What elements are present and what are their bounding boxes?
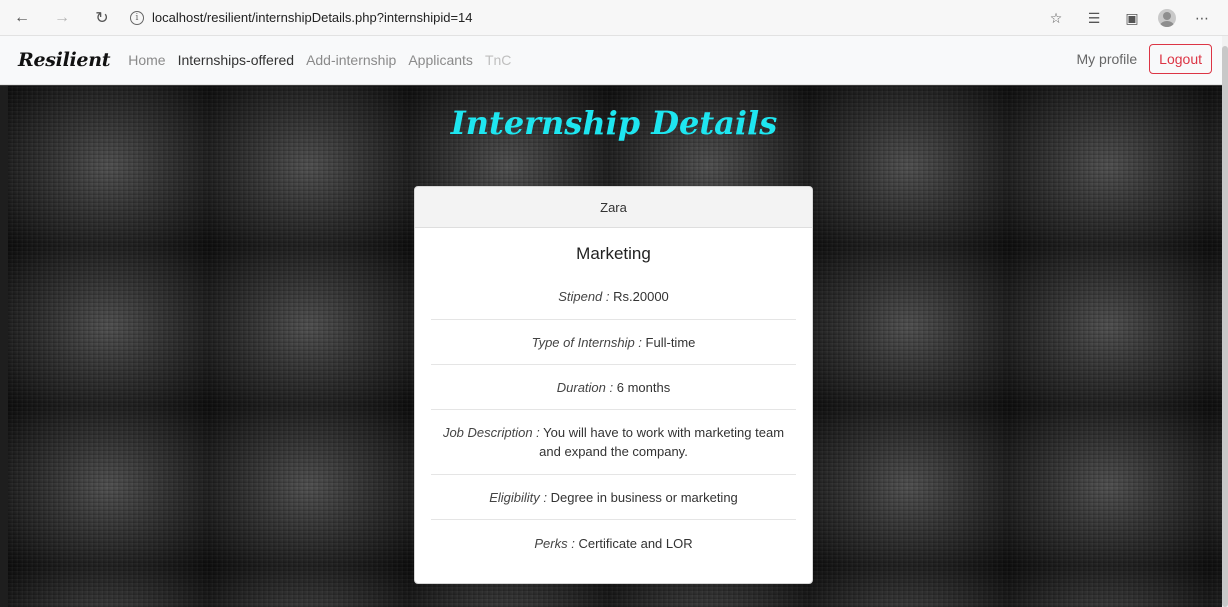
url-path: /resilient/internshipDetails.php?interns… <box>203 10 473 25</box>
favorites-icon[interactable]: ☰ <box>1082 6 1106 30</box>
internship-role: Marketing <box>576 244 651 263</box>
detail-value: Full-time <box>645 334 696 350</box>
detail-duration: Duration : 6 months <box>431 365 796 410</box>
nav-links: Home Internships-offered Add-internship … <box>128 52 523 68</box>
browser-toolbar: ← → ↻ i localhost/resilient/internshipDe… <box>0 0 1228 36</box>
detail-eligibility: Eligibility : Degree in business or mark… <box>431 475 796 520</box>
nav-link-applicants[interactable]: Applicants <box>408 52 473 68</box>
company-name: Zara <box>415 187 812 228</box>
profile-avatar-icon[interactable] <box>1158 9 1176 27</box>
site-navbar: Resilient Home Internships-offered Add-i… <box>0 36 1222 85</box>
brand-logo[interactable]: Resilient <box>18 49 111 71</box>
forward-arrow-icon[interactable]: → <box>50 6 74 30</box>
detail-label: Perks : <box>534 535 575 551</box>
detail-label: Job Description : <box>442 425 540 440</box>
detail-perks: Perks : Certificate and LOR <box>431 520 796 566</box>
detail-value: 6 months <box>616 379 671 395</box>
my-profile-link[interactable]: My profile <box>1076 51 1137 67</box>
detail-value: Degree in business or marketing <box>550 489 738 505</box>
detail-value: Certificate and LOR <box>578 535 693 551</box>
detail-value: You will have to work with marketing tea… <box>539 425 785 459</box>
nav-link-tnc[interactable]: TnC <box>485 52 511 68</box>
address-bar[interactable]: localhost/resilient/internshipDetails.ph… <box>152 10 473 25</box>
site-info-icon[interactable]: i <box>130 10 144 25</box>
internship-card: Zara Marketing Stipend : Rs.20000 Type o… <box>414 186 813 584</box>
page-title: Internship Details <box>450 104 778 142</box>
page-edge <box>0 86 8 607</box>
logout-button[interactable]: Logout <box>1149 44 1212 74</box>
detail-label: Stipend : <box>558 289 610 304</box>
detail-list: Stipend : Rs.20000 Type of Internship : … <box>431 274 796 566</box>
detail-stipend: Stipend : Rs.20000 <box>431 274 796 320</box>
detail-type: Type of Internship : Full-time <box>431 320 796 365</box>
nav-link-internships-offered[interactable]: Internships-offered <box>178 52 294 68</box>
more-icon[interactable]: ⋯ <box>1190 6 1214 30</box>
collections-icon[interactable]: ▣ <box>1120 6 1144 30</box>
detail-value: Rs.20000 <box>613 289 669 304</box>
detail-label: Eligibility : <box>489 489 547 505</box>
nav-link-add-internship[interactable]: Add-internship <box>306 52 396 68</box>
back-arrow-icon[interactable]: ← <box>10 6 34 30</box>
url-host: localhost <box>152 10 204 25</box>
detail-job-description: Job Description : You will have to work … <box>431 410 796 475</box>
nav-link-home[interactable]: Home <box>128 52 165 68</box>
detail-label: Type of Internship : <box>531 334 642 350</box>
reload-icon[interactable]: ↻ <box>90 6 114 30</box>
star-icon[interactable]: ☆ <box>1044 6 1068 30</box>
detail-label: Duration : <box>556 379 614 395</box>
